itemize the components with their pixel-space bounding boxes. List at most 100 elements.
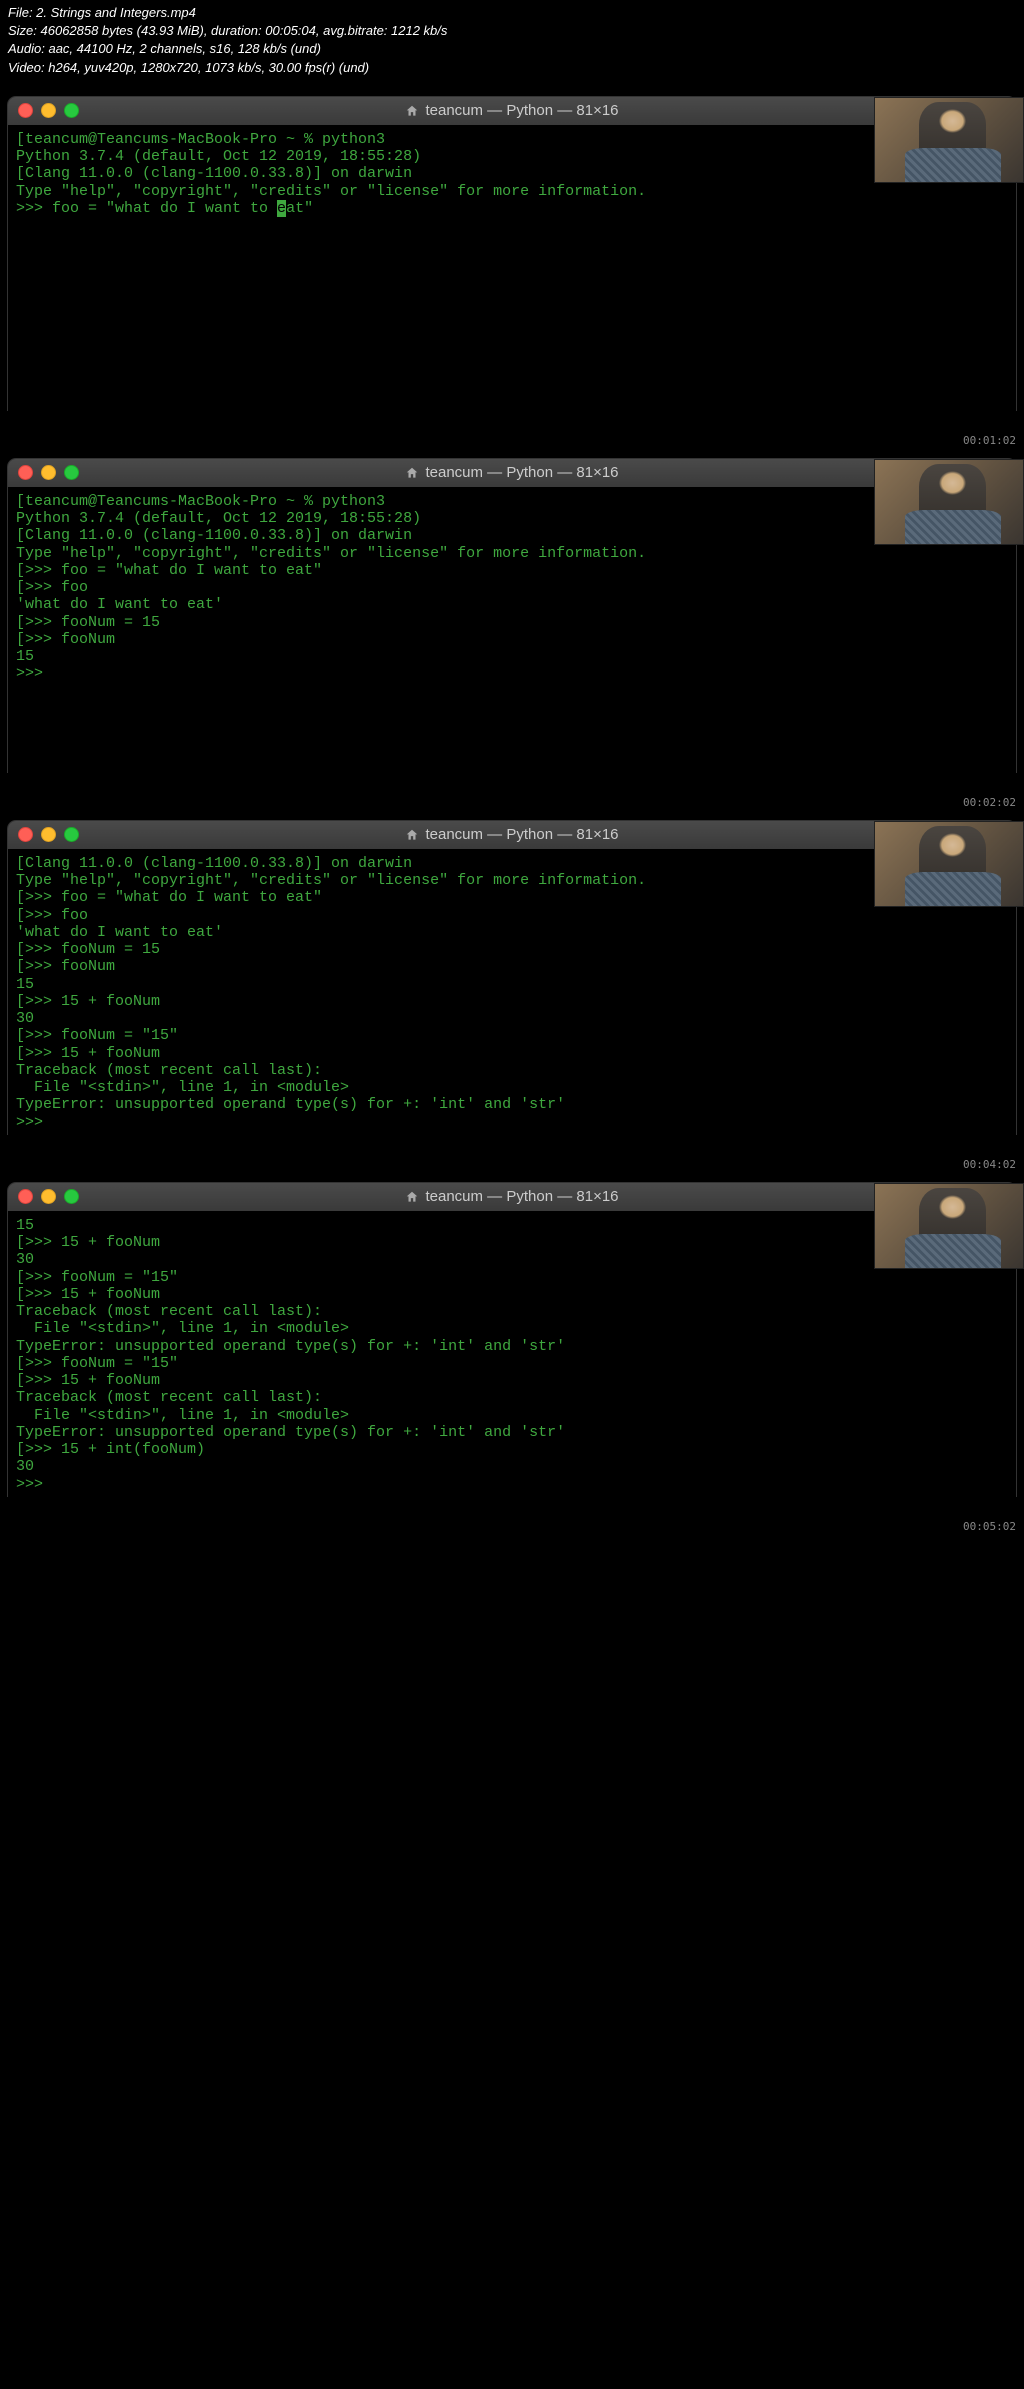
file-video-line: Video: h264, yuv420p, 1280x720, 1073 kb/…	[8, 59, 1016, 77]
maximize-icon[interactable]	[64, 1189, 79, 1204]
terminal-line: 30	[16, 1251, 1008, 1268]
window-title-text: teancum — Python — 81×16	[425, 1188, 618, 1205]
terminal-line: >>> foo = "what do I want to eat"	[16, 200, 1008, 217]
minimize-icon[interactable]	[41, 103, 56, 118]
frame-timestamp: 00:04:02	[963, 1158, 1016, 1171]
terminal-line: [>>> fooNum = "15"	[16, 1355, 1008, 1372]
terminal-line: [>>> 15 + fooNum	[16, 993, 1008, 1010]
terminal-line: [>>> foo = "what do I want to eat"	[16, 562, 1008, 579]
home-icon	[405, 1190, 419, 1204]
video-frame: teancum — Python — 81×16 [teancum@Teancum…	[0, 97, 1024, 451]
cursor: e	[277, 200, 286, 217]
webcam-overlay	[874, 97, 1024, 183]
video-frame: teancum — Python — 81×16 [teancum@Teancum…	[0, 459, 1024, 813]
terminal-line: Traceback (most recent call last):	[16, 1062, 1008, 1079]
terminal-line: [>>> fooNum = "15"	[16, 1027, 1008, 1044]
terminal-window: teancum — Python — 81×1615[>>> 15 + fooN…	[8, 1183, 1016, 1497]
window-titlebar: teancum — Python — 81×16	[8, 97, 1016, 125]
minimize-icon[interactable]	[41, 1189, 56, 1204]
file-audio-line: Audio: aac, 44100 Hz, 2 channels, s16, 1…	[8, 40, 1016, 58]
video-frame: teancum — Python — 81×1615[>>> 15 + fooN…	[0, 1183, 1024, 1537]
window-title: teancum — Python — 81×16	[8, 102, 1016, 119]
terminal-line: Python 3.7.4 (default, Oct 12 2019, 18:5…	[16, 148, 1008, 165]
terminal-line: [>>> 15 + fooNum	[16, 1234, 1008, 1251]
terminal-line: [teancum@Teancums-MacBook-Pro ~ % python…	[16, 493, 1008, 510]
terminal-line: [>>> 15 + int(fooNum)	[16, 1441, 1008, 1458]
webcam-overlay	[874, 1183, 1024, 1269]
close-icon[interactable]	[18, 465, 33, 480]
terminal-line: File "<stdin>", line 1, in <module>	[16, 1407, 1008, 1424]
terminal-line: [Clang 11.0.0 (clang-1100.0.33.8)] on da…	[16, 165, 1008, 182]
webcam-overlay	[874, 821, 1024, 907]
window-title: teancum — Python — 81×16	[8, 826, 1016, 843]
terminal-line: [Clang 11.0.0 (clang-1100.0.33.8)] on da…	[16, 527, 1008, 544]
terminal-line: Type "help", "copyright", "credits" or "…	[16, 545, 1008, 562]
traffic-lights	[18, 103, 79, 118]
close-icon[interactable]	[18, 827, 33, 842]
terminal-line: Traceback (most recent call last):	[16, 1389, 1008, 1406]
file-metadata: File: 2. Strings and Integers.mp4 Size: …	[0, 0, 1024, 89]
traffic-lights	[18, 827, 79, 842]
terminal-line: 30	[16, 1458, 1008, 1475]
terminal-line: File "<stdin>", line 1, in <module>	[16, 1079, 1008, 1096]
terminal-window: teancum — Python — 81×16 [teancum@Teancum…	[8, 459, 1016, 773]
close-icon[interactable]	[18, 103, 33, 118]
terminal-window: teancum — Python — 81×16 [teancum@Teancum…	[8, 97, 1016, 411]
terminal-line: TypeError: unsupported operand type(s) f…	[16, 1424, 1008, 1441]
terminal-line: File "<stdin>", line 1, in <module>	[16, 1320, 1008, 1337]
terminal-line: [>>> fooNum = 15	[16, 614, 1008, 631]
terminal-line: >>>	[16, 665, 1008, 682]
terminal-line: [>>> fooNum = "15"	[16, 1269, 1008, 1286]
frame-timestamp: 00:05:02	[963, 1520, 1016, 1533]
file-name-line: File: 2. Strings and Integers.mp4	[8, 4, 1016, 22]
window-title: teancum — Python — 81×16	[8, 464, 1016, 481]
terminal-window: teancum — Python — 81×16 [Clang 11.0.0 (c…	[8, 821, 1016, 1135]
window-title-text: teancum — Python — 81×16	[425, 102, 618, 119]
home-icon	[405, 104, 419, 118]
terminal-line: TypeError: unsupported operand type(s) f…	[16, 1096, 1008, 1113]
terminal-line: TypeError: unsupported operand type(s) f…	[16, 1338, 1008, 1355]
terminal-line: 15	[16, 976, 1008, 993]
terminal-body[interactable]: [teancum@Teancums-MacBook-Pro ~ % python…	[8, 125, 1016, 411]
terminal-line: [>>> fooNum = 15	[16, 941, 1008, 958]
terminal-line: 'what do I want to eat'	[16, 924, 1008, 941]
terminal-line: [Clang 11.0.0 (clang-1100.0.33.8)] on da…	[16, 855, 1008, 872]
maximize-icon[interactable]	[64, 465, 79, 480]
file-size-line: Size: 46062858 bytes (43.93 MiB), durati…	[8, 22, 1016, 40]
terminal-line: [>>> foo	[16, 579, 1008, 596]
terminal-line: [>>> 15 + fooNum	[16, 1286, 1008, 1303]
terminal-line: Python 3.7.4 (default, Oct 12 2019, 18:5…	[16, 510, 1008, 527]
terminal-line: Type "help", "copyright", "credits" or "…	[16, 872, 1008, 889]
close-icon[interactable]	[18, 1189, 33, 1204]
minimize-icon[interactable]	[41, 827, 56, 842]
terminal-body[interactable]: [Clang 11.0.0 (clang-1100.0.33.8)] on da…	[8, 849, 1016, 1135]
webcam-overlay	[874, 459, 1024, 545]
terminal-line: [>>> fooNum	[16, 631, 1008, 648]
window-titlebar: teancum — Python — 81×16	[8, 459, 1016, 487]
traffic-lights	[18, 465, 79, 480]
frame-timestamp: 00:02:02	[963, 796, 1016, 809]
terminal-line: [>>> 15 + fooNum	[16, 1045, 1008, 1062]
terminal-line: 15	[16, 1217, 1008, 1234]
window-titlebar: teancum — Python — 81×16	[8, 1183, 1016, 1211]
maximize-icon[interactable]	[64, 103, 79, 118]
window-title-text: teancum — Python — 81×16	[425, 464, 618, 481]
terminal-line: [>>> 15 + fooNum	[16, 1372, 1008, 1389]
terminal-line: 'what do I want to eat'	[16, 596, 1008, 613]
minimize-icon[interactable]	[41, 465, 56, 480]
terminal-body[interactable]: 15[>>> 15 + fooNum30[>>> fooNum = "15"[>…	[8, 1211, 1016, 1497]
terminal-line: [>>> foo	[16, 907, 1008, 924]
terminal-body[interactable]: [teancum@Teancums-MacBook-Pro ~ % python…	[8, 487, 1016, 773]
terminal-line: Traceback (most recent call last):	[16, 1303, 1008, 1320]
terminal-line: [>>> foo = "what do I want to eat"	[16, 889, 1008, 906]
window-title: teancum — Python — 81×16	[8, 1188, 1016, 1205]
terminal-line: [>>> fooNum	[16, 958, 1008, 975]
terminal-line: 15	[16, 648, 1008, 665]
window-titlebar: teancum — Python — 81×16	[8, 821, 1016, 849]
maximize-icon[interactable]	[64, 827, 79, 842]
traffic-lights	[18, 1189, 79, 1204]
terminal-line: [teancum@Teancums-MacBook-Pro ~ % python…	[16, 131, 1008, 148]
terminal-line: >>>	[16, 1114, 1008, 1131]
terminal-line: >>>	[16, 1476, 1008, 1493]
home-icon	[405, 466, 419, 480]
